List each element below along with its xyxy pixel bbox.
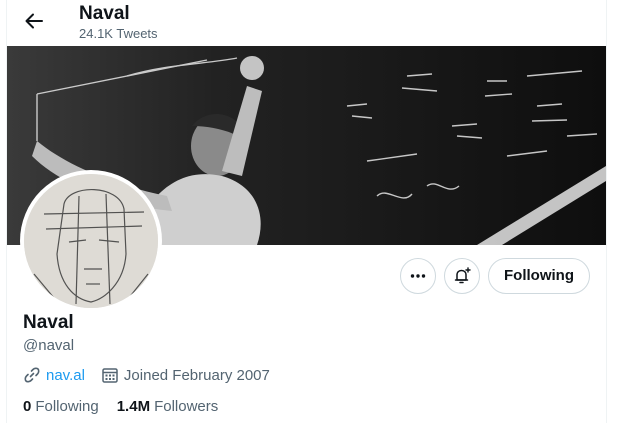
- joined-date: Joined February 2007: [123, 366, 270, 384]
- more-icon: [410, 274, 426, 278]
- profile-name: Naval: [23, 312, 74, 333]
- website-link[interactable]: nav.al: [46, 367, 85, 384]
- followers-count: 1.4M: [116, 398, 151, 415]
- followers-stat[interactable]: 1.4M Followers: [117, 398, 219, 415]
- arrow-left-icon: [25, 13, 43, 29]
- avatar[interactable]: [20, 170, 162, 312]
- following-label: Following: [35, 398, 99, 415]
- following-count: 0: [23, 398, 32, 415]
- avatar-image: [24, 174, 158, 308]
- tweet-count: 24.1K Tweets: [79, 26, 158, 41]
- profile-handle: @naval: [23, 337, 75, 354]
- top-bar: Naval 24.1K Tweets: [7, 0, 606, 46]
- profile-column: Naval 24.1K Tweets Following Naval @nava…: [6, 0, 607, 423]
- more-button[interactable]: [400, 258, 436, 294]
- calendar-icon: [102, 368, 118, 383]
- link-icon: [24, 367, 40, 383]
- profile-stats: 0 Following 1.4M Followers: [23, 398, 236, 415]
- bell-plus-icon: [454, 267, 471, 284]
- back-button[interactable]: [23, 10, 45, 32]
- header-title: Naval: [79, 3, 130, 24]
- followers-label: Followers: [154, 398, 219, 415]
- profile-meta: nav.al Joined February 2007: [23, 366, 270, 384]
- notify-button[interactable]: [444, 258, 480, 294]
- following-button[interactable]: Following: [488, 258, 590, 294]
- following-stat[interactable]: 0 Following: [23, 398, 99, 415]
